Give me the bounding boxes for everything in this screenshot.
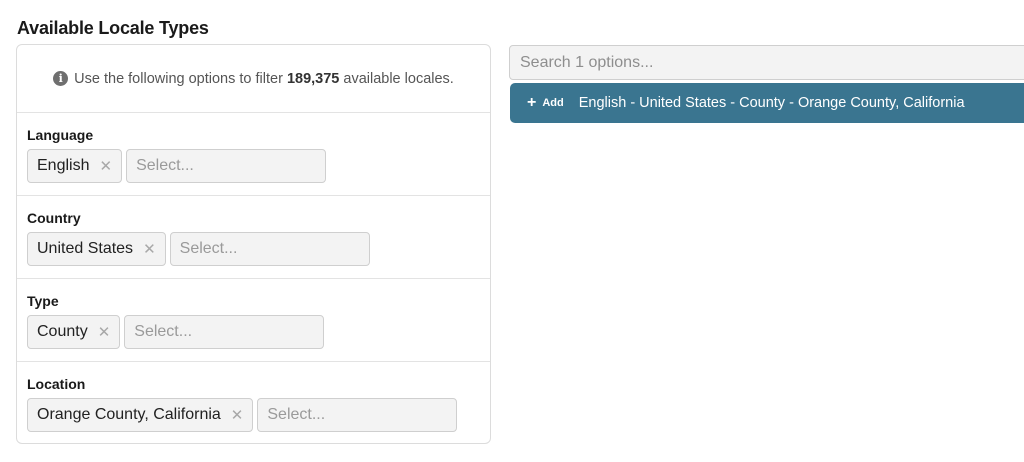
plus-icon: + [527, 94, 537, 111]
filter-group-country: Country United States ✕ Select... [17, 196, 490, 279]
filter-info-text: Use the following options to filter 189,… [74, 70, 454, 87]
country-select[interactable]: Select... [169, 232, 370, 266]
filter-group-location: Location Orange County, California ✕ Sel… [17, 362, 490, 445]
type-select[interactable]: Select... [124, 315, 325, 349]
selected-tag-location[interactable]: Orange County, California ✕ [27, 398, 254, 432]
result-text: English - United States - County - Orang… [578, 95, 965, 111]
location-select[interactable]: Select... [257, 398, 458, 432]
filter-label-country: Country [27, 210, 81, 226]
filter-label-type: Type [27, 293, 59, 309]
filter-label-location: Location [27, 376, 86, 392]
filter-label-language: Language [27, 127, 94, 143]
locale-count: 189,375 [286, 70, 340, 87]
info-circle-icon: i [53, 71, 69, 86]
tag-label: Orange County, California [37, 406, 221, 423]
tag-label: County [37, 323, 88, 340]
filter-group-type: Type County ✕ Select... [17, 279, 490, 362]
close-icon[interactable]: ✕ [98, 323, 111, 341]
add-label: Add [542, 97, 564, 109]
close-icon[interactable]: ✕ [99, 157, 112, 175]
result-option[interactable]: + Add English - United States - County -… [510, 83, 1024, 123]
page-title: Available Locale Types [17, 18, 209, 38]
filter-panel: i Use the following options to filter 18… [16, 44, 491, 444]
language-select[interactable]: Select... [126, 149, 327, 183]
close-icon[interactable]: ✕ [231, 406, 244, 424]
selected-tag-language[interactable]: English ✕ [27, 149, 123, 183]
selected-tag-country[interactable]: United States ✕ [27, 232, 166, 266]
filter-group-language: Language English ✕ Select... [17, 113, 490, 196]
filter-info: i Use the following options to filter 18… [17, 45, 490, 113]
tag-label: United States [37, 240, 134, 257]
options-search-input[interactable]: Search 1 options... [509, 45, 1024, 80]
tag-label: English [37, 157, 90, 174]
close-icon[interactable]: ✕ [143, 240, 156, 258]
add-button[interactable]: + Add [510, 94, 564, 112]
selected-tag-type[interactable]: County ✕ [27, 315, 121, 349]
